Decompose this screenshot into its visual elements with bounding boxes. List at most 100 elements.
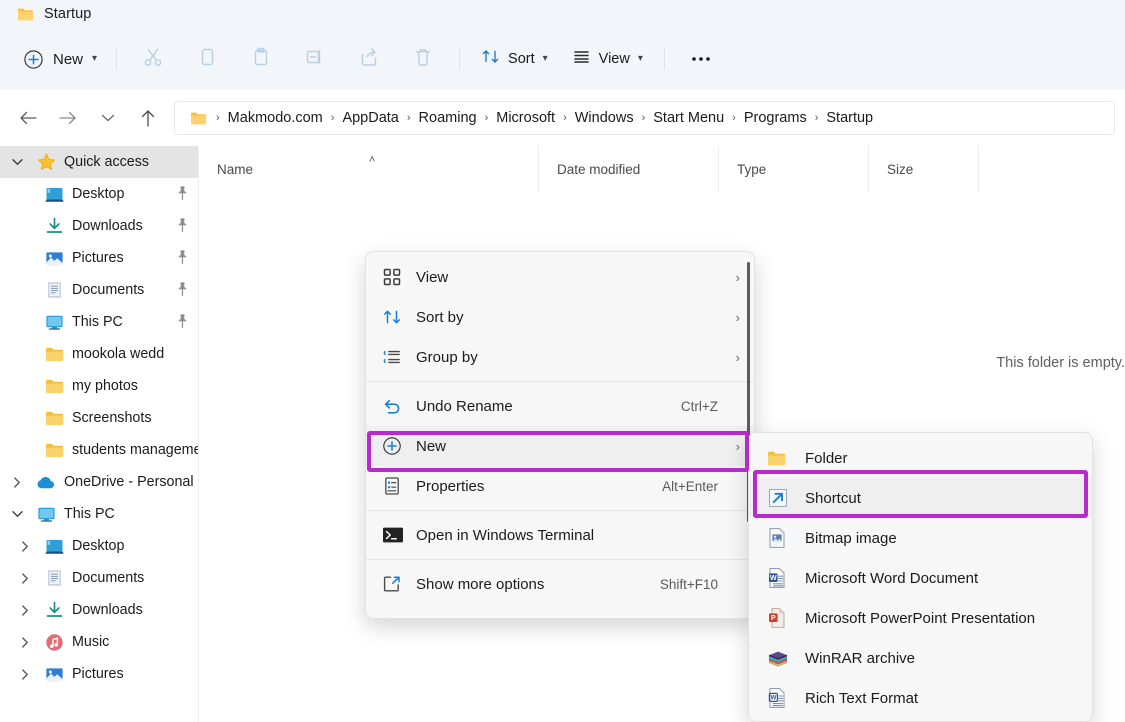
sidebar-item-quick-access[interactable]: Quick access — [0, 146, 198, 178]
copy-button[interactable] — [180, 40, 234, 78]
breadcrumb-separator: › — [563, 112, 567, 124]
breadcrumb-item-programs[interactable]: Programs — [738, 107, 813, 129]
context-menu-item-show-more-options[interactable]: Show more options Shift+F10 — [366, 564, 754, 604]
folder-icon — [14, 4, 36, 24]
sidebar-item-desktop[interactable]: Desktop — [0, 178, 198, 210]
sidebar-item-downloads[interactable]: Downloads — [0, 594, 198, 626]
breadcrumb-item-startup[interactable]: Startup — [820, 107, 879, 129]
context-menu-item-open-in-windows-terminal[interactable]: Open in Windows Terminal — [366, 515, 754, 555]
paste-button[interactable] — [234, 40, 288, 78]
chevron-right-icon[interactable] — [14, 668, 36, 680]
breadcrumb-item-makmodo-com[interactable]: Makmodo.com — [222, 107, 329, 129]
pin-icon[interactable] — [171, 279, 193, 301]
sidebar-item-label: Pictures — [72, 250, 124, 266]
chevron-right-icon[interactable] — [14, 636, 36, 648]
breadcrumb-item-microsoft[interactable]: Microsoft — [490, 107, 561, 129]
column-header-date-modified[interactable]: Date modified — [539, 146, 719, 192]
pin-icon[interactable] — [171, 311, 193, 333]
forward-button[interactable] — [48, 98, 88, 138]
sidebar-item-documents[interactable]: Documents — [0, 274, 198, 306]
folder-icon — [43, 408, 65, 428]
context-menu-item-group-by[interactable]: Group by › — [366, 337, 754, 377]
pin-icon[interactable] — [171, 183, 193, 205]
rename-button[interactable] — [288, 40, 342, 78]
chevron-down-icon[interactable] — [6, 510, 28, 518]
chevron-right-icon[interactable] — [14, 572, 36, 584]
tab-title[interactable]: Startup — [44, 6, 91, 22]
menu-item-label: Open in Windows Terminal — [416, 526, 595, 544]
recent-locations-button[interactable] — [88, 98, 128, 138]
view-button-label: View — [598, 51, 630, 67]
command-toolbar: New ▾ Sort ▾ View ▾ — [0, 28, 1125, 90]
submenu-item-winrar-archive[interactable]: WinRAR archive — [749, 638, 1092, 678]
paste-icon — [250, 46, 272, 73]
navigation-pane[interactable]: Quick access Desktop Downloads Pictures Docu… — [0, 146, 199, 722]
chevron-right-icon[interactable] — [14, 604, 36, 616]
sidebar-item-this-pc[interactable]: This PC — [0, 306, 198, 338]
context-menu-item-properties[interactable]: Properties Alt+Enter — [366, 466, 754, 506]
sidebar-item-downloads[interactable]: Downloads — [0, 210, 198, 242]
folder-icon — [43, 440, 65, 460]
sort-arrows-icon — [481, 47, 500, 71]
context-menu-item-new[interactable]: New › — [366, 426, 754, 466]
column-header-type[interactable]: Type — [719, 146, 869, 192]
sidebar-item-students-manageme[interactable]: students manageme — [0, 434, 198, 466]
sidebar-item-mookola-wedd[interactable]: mookola wedd — [0, 338, 198, 370]
menu-item-label: Properties — [416, 477, 485, 495]
context-menu-item-sort-by[interactable]: Sort by › — [366, 297, 754, 337]
pin-icon[interactable] — [171, 215, 193, 237]
new-submenu[interactable]: Folder Shortcut Bitmap image W Microsoft Wor… — [748, 432, 1093, 722]
pin-icon[interactable] — [171, 247, 193, 269]
chevron-down-icon[interactable] — [6, 158, 28, 166]
share-button[interactable] — [342, 40, 396, 78]
sort-button[interactable]: Sort ▾ — [469, 40, 560, 78]
toolbar-divider — [116, 48, 118, 70]
breadcrumb-item-appdata[interactable]: AppData — [336, 107, 404, 129]
undo-icon — [382, 396, 416, 416]
view-button[interactable]: View ▾ — [560, 40, 655, 78]
context-menu-item-view[interactable]: View › — [366, 257, 754, 297]
delete-button[interactable] — [396, 40, 450, 78]
chevron-right-icon[interactable] — [14, 540, 36, 552]
sidebar-item-onedrive-personal[interactable]: OneDrive - Personal — [0, 466, 198, 498]
more-options-button[interactable] — [674, 40, 728, 78]
sidebar-item-documents[interactable]: Documents — [0, 562, 198, 594]
shortcut-arrow-icon — [767, 487, 805, 509]
breadcrumb-item-roaming[interactable]: Roaming — [413, 107, 483, 129]
column-header-name[interactable]: Name ˄ — [199, 146, 539, 192]
sidebar-item-pictures[interactable]: Pictures — [0, 658, 198, 690]
cut-button[interactable] — [126, 40, 180, 78]
up-button[interactable] — [128, 98, 168, 138]
submenu-item-bitmap-image[interactable]: Bitmap image — [749, 518, 1092, 558]
sidebar-item-screenshots[interactable]: Screenshots — [0, 402, 198, 434]
column-header-label: Type — [737, 161, 767, 177]
context-menu[interactable]: View › Sort by › Group by › Undo Rename Ctrl+Z N… — [365, 251, 755, 619]
sidebar-item-my-photos[interactable]: my photos — [0, 370, 198, 402]
plus-circle-icon — [22, 49, 44, 69]
chevron-down-icon: ▾ — [637, 53, 643, 64]
submenu-item-folder[interactable]: Folder — [749, 438, 1092, 478]
context-menu-item-undo-rename[interactable]: Undo Rename Ctrl+Z — [366, 386, 754, 426]
monitor-icon — [43, 312, 65, 332]
submenu-item-microsoft-word-document[interactable]: W Microsoft Word Document — [749, 558, 1092, 598]
sidebar-item-this-pc[interactable]: This PC — [0, 498, 198, 530]
sidebar-item-music[interactable]: Music — [0, 626, 198, 658]
breadcrumb-item-windows[interactable]: Windows — [569, 107, 640, 129]
sidebar-item-pictures[interactable]: Pictures — [0, 242, 198, 274]
column-header-size[interactable]: Size — [869, 146, 979, 192]
breadcrumb-item-start-menu[interactable]: Start Menu — [647, 107, 730, 129]
sidebar-item-desktop[interactable]: Desktop — [0, 530, 198, 562]
folder-icon — [43, 344, 65, 364]
column-headers: Name ˄ Date modified Type Size — [199, 146, 1125, 192]
menu-item-label: Undo Rename — [416, 397, 513, 415]
breadcrumb[interactable]: › Makmodo.com › AppData › Roaming › Microsoft › W… — [174, 101, 1115, 135]
sidebar-item-label: Screenshots — [72, 410, 152, 426]
file-explorer-window: Startup New ▾ Sort ▾ View ▾ › Makmodo.co… — [0, 0, 1125, 722]
chevron-right-icon[interactable] — [6, 476, 28, 488]
new-button[interactable]: New ▾ — [18, 42, 107, 76]
back-button[interactable] — [8, 98, 48, 138]
submenu-item-microsoft-powerpoint-presentation[interactable]: P Microsoft PowerPoint Presentation — [749, 598, 1092, 638]
submenu-item-rich-text-format[interactable]: W Rich Text Format — [749, 678, 1092, 718]
sidebar-item-label: Documents — [72, 282, 145, 298]
submenu-item-shortcut[interactable]: Shortcut — [749, 478, 1092, 518]
